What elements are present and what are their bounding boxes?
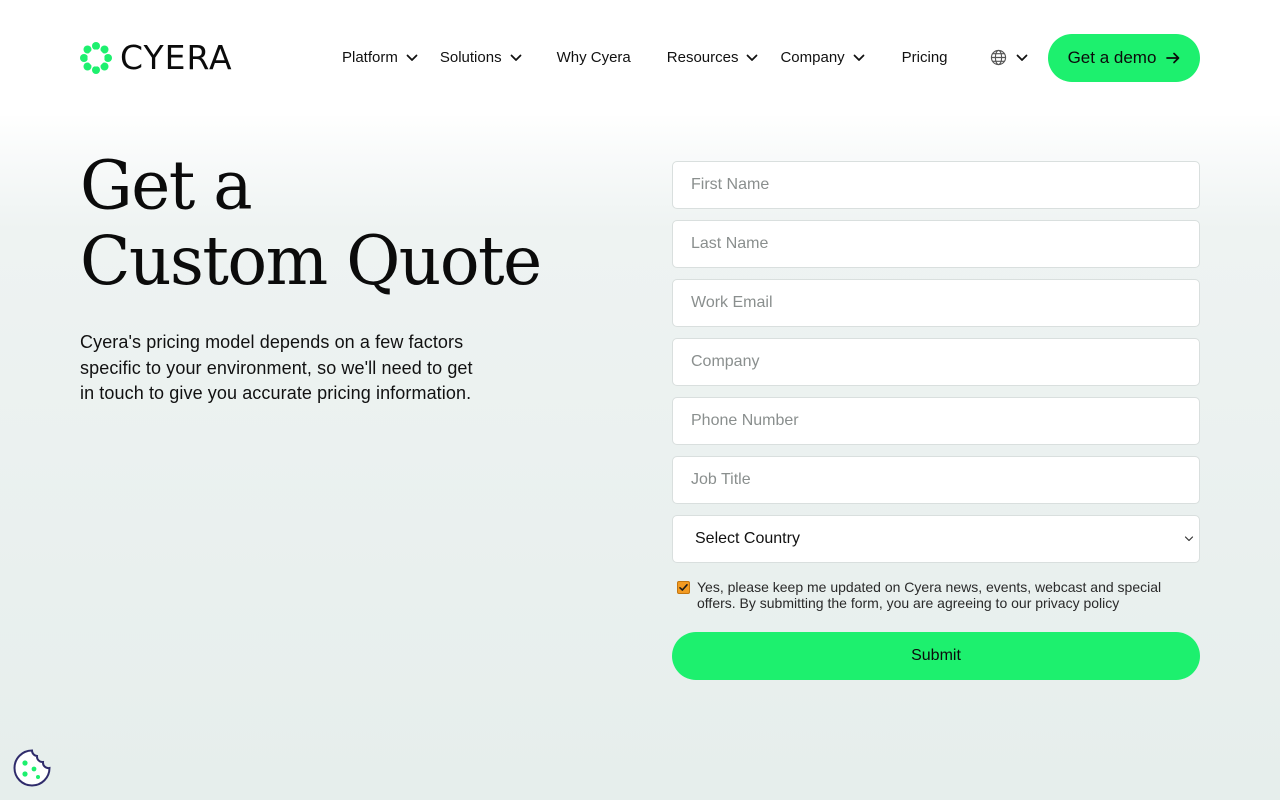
chevron-down-icon xyxy=(747,54,758,61)
page-title-line-1: Get a xyxy=(80,146,253,226)
globe-icon xyxy=(990,49,1007,66)
arrow-right-icon xyxy=(1166,52,1180,64)
consent-text: Yes, please keep me updated on Cyera new… xyxy=(697,579,1162,611)
nav-item-label: Platform xyxy=(342,49,398,66)
consent-row: Yes, please keep me updated on Cyera new… xyxy=(672,579,1200,611)
chevron-down-icon xyxy=(510,54,521,61)
get-demo-button[interactable]: Get a demo xyxy=(1048,34,1200,82)
work-email-field[interactable] xyxy=(672,279,1200,327)
nav-item-label: Solutions xyxy=(439,49,502,66)
nav-item-why-cyera[interactable]: Why Cyera xyxy=(557,45,631,71)
logo-wordmark: CYERA xyxy=(120,38,233,77)
consent-checkbox[interactable] xyxy=(677,581,690,594)
chevron-down-icon xyxy=(1184,536,1194,542)
nav-item-resources[interactable]: Resources xyxy=(667,45,759,71)
nav-item-label: Why Cyera xyxy=(556,49,631,66)
nav-item-label: Resources xyxy=(666,49,739,66)
site-header: CYERA Platform Solutions Why Cyera Resou… xyxy=(0,0,1280,116)
last-name-field[interactable] xyxy=(672,220,1200,268)
nav-item-label: Pricing xyxy=(901,49,948,66)
phone-number-field[interactable] xyxy=(672,397,1200,445)
cookie-settings-button[interactable] xyxy=(12,748,52,788)
checkmark-icon xyxy=(679,584,688,591)
nav-item-company[interactable]: Company xyxy=(780,45,865,71)
chevron-down-icon xyxy=(1016,54,1028,61)
page-title: Get a Custom Quote xyxy=(80,146,620,301)
intro-text: Cyera's pricing model depends on a few f… xyxy=(80,332,473,403)
get-demo-label: Get a demo xyxy=(1067,48,1157,67)
first-name-field[interactable] xyxy=(672,161,1200,209)
job-title-field[interactable] xyxy=(672,456,1200,504)
nav-item-solutions[interactable]: Solutions xyxy=(440,45,522,71)
page-title-line-2: Custom Quote xyxy=(80,221,542,301)
country-select-value: Select Country xyxy=(672,515,1200,563)
chevron-down-icon xyxy=(406,54,418,61)
cookie-icon xyxy=(13,749,51,787)
nav-item-pricing[interactable]: Pricing xyxy=(902,45,948,71)
cyera-logo[interactable]: CYERA xyxy=(80,40,233,76)
submit-label: Submit xyxy=(911,647,961,664)
nav-item-platform[interactable]: Platform xyxy=(342,45,418,71)
chevron-down-icon xyxy=(853,54,865,61)
company-field[interactable] xyxy=(672,338,1200,386)
language-selector[interactable] xyxy=(990,49,1028,66)
main-nav: Platform Solutions Why Cyera Resources C… xyxy=(342,45,948,71)
country-select[interactable]: Select Country xyxy=(672,515,1200,563)
submit-button[interactable]: Submit xyxy=(672,632,1200,680)
logo-mark-icon xyxy=(80,42,112,74)
quote-form: Select Country Yes, please keep me updat… xyxy=(672,161,1200,680)
nav-item-label: Company xyxy=(780,49,845,66)
